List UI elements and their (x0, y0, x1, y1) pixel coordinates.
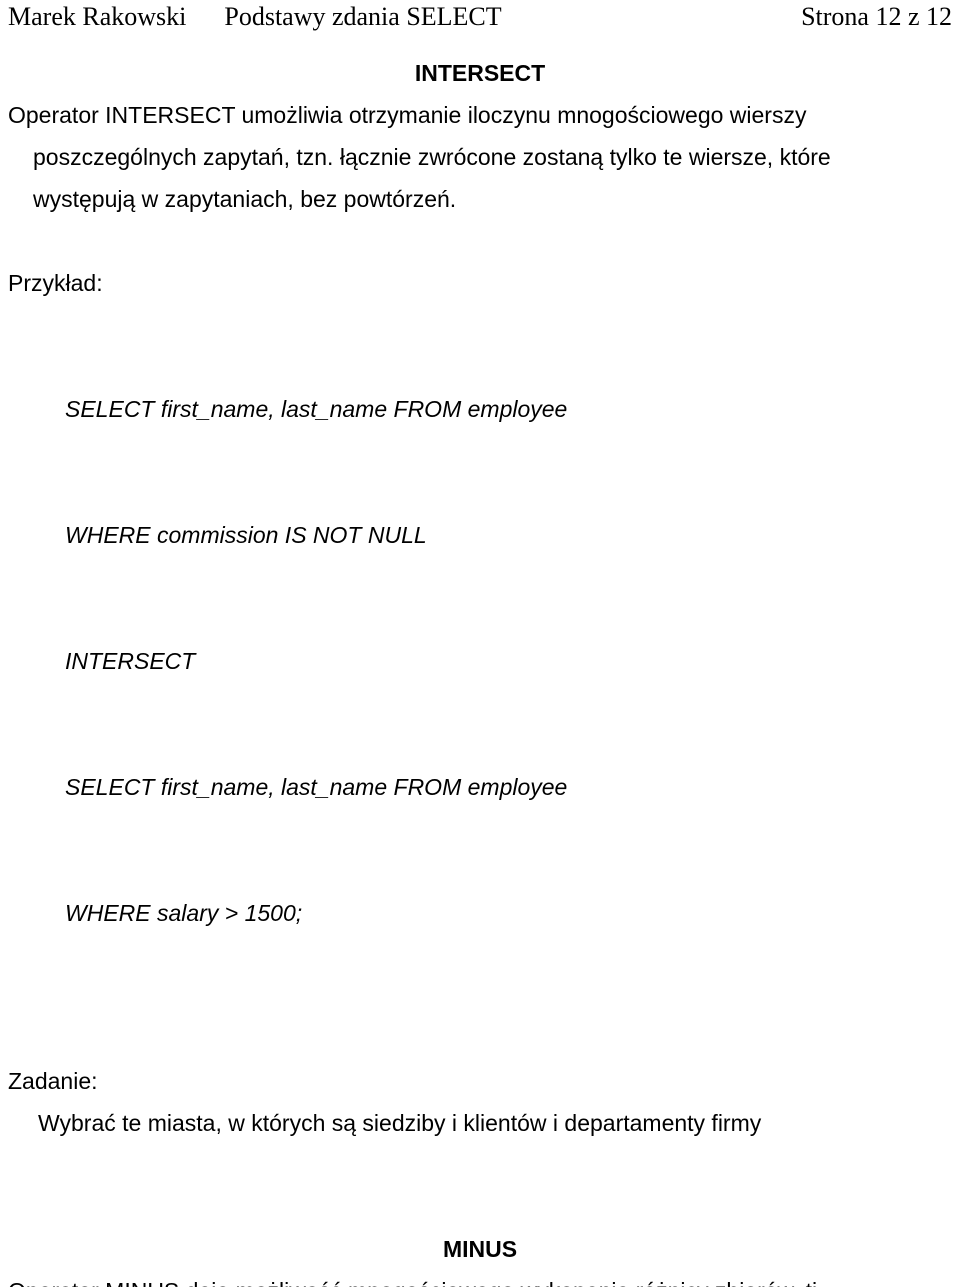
intersect-description-line-2: poszczególnych zapytań, tzn. łącznie zwr… (33, 144, 831, 170)
document-page: Marek Rakowski Podstawy zdania SELECT St… (0, 0, 960, 1287)
intersect-description-line-3: występują w zapytaniach, bez powtórzeń. (33, 186, 457, 212)
code-line: WHERE commission IS NOT NULL (65, 522, 427, 548)
code-line: SELECT first_name, last_name FROM employ… (65, 396, 568, 422)
intersect-task-text: Wybrać te miasta, w których są siedziby … (38, 1110, 762, 1136)
section-heading-minus: MINUS (442, 1236, 518, 1262)
intersect-description-line-1: Operator INTERSECT umożliwia otrzymanie … (8, 102, 807, 128)
intersect-example-label: Przykład: (8, 270, 103, 296)
minus-description-line-1: Operator MINUS daje możliwość mnogościow… (8, 1278, 824, 1287)
intersect-code-block: SELECT first_name, last_name FROM employ… (8, 304, 952, 1018)
document-header: Marek Rakowski Podstawy zdania SELECT St… (8, 0, 952, 40)
header-page-number: Strona 12 z 12 (801, 2, 952, 31)
header-author: Marek Rakowski (8, 2, 187, 31)
minus-description: Operator MINUS daje możliwość mnogościow… (8, 1270, 952, 1287)
code-line: SELECT first_name, last_name FROM employ… (65, 774, 568, 800)
code-line: INTERSECT (65, 648, 196, 674)
header-document-title: Podstawy zdania SELECT (224, 2, 502, 31)
intersect-description: Operator INTERSECT umożliwia otrzymanie … (8, 94, 952, 220)
section-heading-intersect: INTERSECT (414, 60, 546, 86)
code-line: WHERE salary > 1500; (65, 900, 303, 926)
document-body: INTERSECT Operator INTERSECT umożliwia o… (8, 52, 952, 1287)
intersect-task-label: Zadanie: (8, 1068, 98, 1094)
